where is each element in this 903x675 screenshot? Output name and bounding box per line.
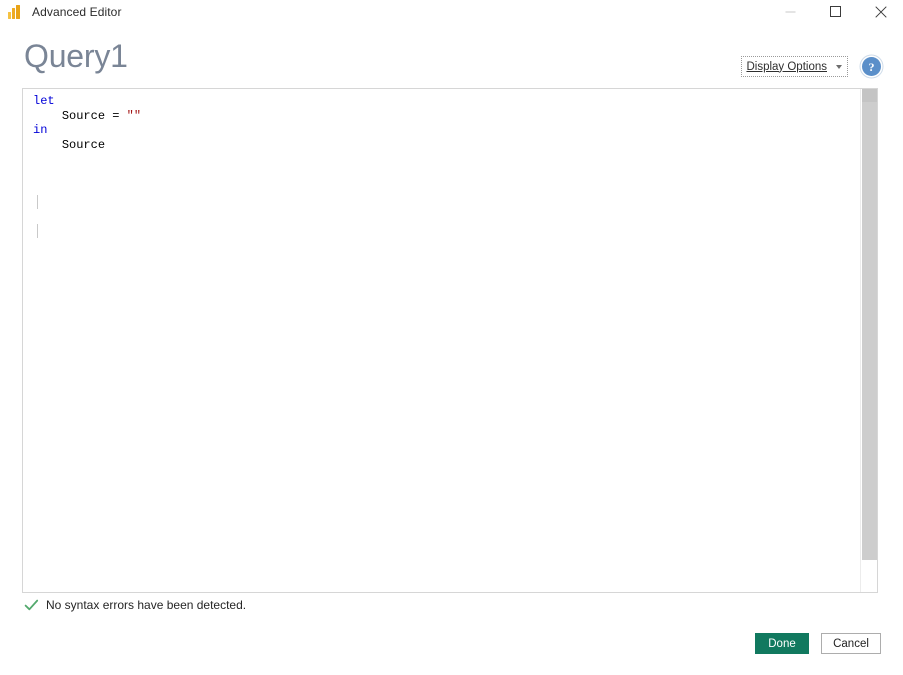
dialog-header: Query1 Display Options ? bbox=[0, 23, 903, 87]
close-button[interactable] bbox=[858, 0, 903, 23]
window-controls bbox=[768, 0, 903, 23]
display-options-label: Display Options bbox=[746, 60, 827, 73]
editor-vertical-scrollbar[interactable] bbox=[860, 89, 877, 592]
code-token-id: Source bbox=[61, 137, 106, 152]
question-mark-icon: ? bbox=[868, 59, 875, 74]
close-icon bbox=[874, 5, 887, 18]
indent-guide bbox=[37, 224, 38, 238]
window-title: Advanced Editor bbox=[32, 4, 122, 19]
maximize-icon bbox=[830, 6, 841, 17]
code-token-id: Source = bbox=[61, 108, 127, 123]
code-token-kw: in bbox=[33, 123, 48, 137]
code-line: Source bbox=[33, 138, 859, 153]
done-button[interactable]: Done bbox=[755, 633, 809, 654]
code-token-str: "" bbox=[126, 108, 142, 123]
indent-guide bbox=[37, 195, 38, 209]
scrollbar-thumb[interactable] bbox=[862, 89, 877, 560]
code-token-kw: let bbox=[33, 94, 55, 108]
window-title-bar: Advanced Editor bbox=[0, 0, 903, 23]
green-check-icon bbox=[24, 599, 39, 611]
display-options-dropdown[interactable]: Display Options bbox=[741, 56, 848, 77]
power-query-bars-icon bbox=[8, 4, 23, 19]
maximize-button[interactable] bbox=[813, 0, 858, 23]
code-editor-panel: let Source = "" in Source bbox=[22, 88, 878, 593]
minimize-button[interactable] bbox=[768, 0, 813, 23]
scrollbar-thumb-top-cap[interactable] bbox=[862, 89, 877, 102]
code-line: in bbox=[33, 123, 859, 138]
m-code-editor[interactable]: let Source = "" in Source bbox=[23, 89, 859, 592]
header-actions: Display Options ? bbox=[741, 56, 881, 77]
page-title: Query1 bbox=[24, 38, 128, 74]
code-line: let bbox=[33, 94, 859, 109]
code-line: Source = "" bbox=[33, 109, 859, 124]
title-bar-left-group: Advanced Editor bbox=[0, 0, 122, 23]
help-button[interactable]: ? bbox=[862, 57, 881, 76]
minimize-icon bbox=[785, 11, 796, 13]
cancel-button[interactable]: Cancel bbox=[821, 633, 881, 654]
syntax-status-row: No syntax errors have been detected. bbox=[24, 598, 246, 613]
chevron-down-icon bbox=[836, 64, 842, 69]
syntax-status-message: No syntax errors have been detected. bbox=[46, 598, 247, 612]
dialog-footer: Done Cancel bbox=[755, 633, 881, 654]
